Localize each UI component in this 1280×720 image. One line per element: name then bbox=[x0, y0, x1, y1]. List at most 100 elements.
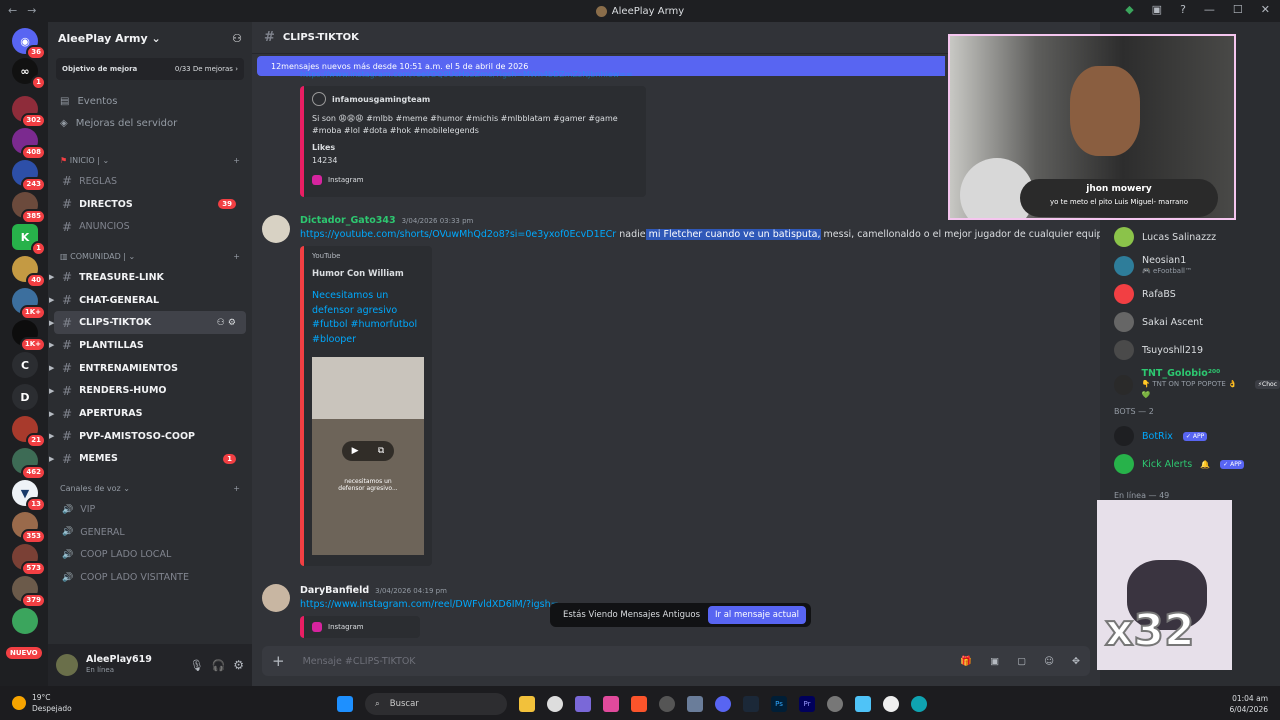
channel-entrenamientos[interactable]: ▶ # ENTRENAMIENTOS bbox=[49, 357, 246, 380]
server-icon[interactable]: 21 bbox=[12, 416, 46, 448]
file-explorer-icon[interactable] bbox=[519, 696, 535, 712]
guild-header[interactable]: AleePlay Army ⌄ ⚇ bbox=[48, 22, 252, 54]
avatar[interactable] bbox=[56, 654, 78, 676]
channel-pvp-amistoso-coop[interactable]: ▶ # PVP-AMISTOSO-COOP bbox=[49, 425, 246, 448]
channel-chat-general[interactable]: ▶ # CHAT-GENERAL bbox=[49, 289, 246, 312]
member-item[interactable]: Lucas Salinazzz bbox=[1114, 227, 1216, 247]
app-icon[interactable] bbox=[575, 696, 591, 712]
channel-directos[interactable]: # DIRECTOS 39 bbox=[54, 193, 246, 216]
weather-widget[interactable]: 19°C Despejado bbox=[12, 692, 72, 714]
chrome-icon[interactable] bbox=[547, 696, 563, 712]
member-item[interactable]: Sakai Ascent bbox=[1114, 312, 1203, 332]
embed-author[interactable]: Humor Con William bbox=[312, 269, 404, 279]
channel-aperturas[interactable]: ▶ # APERTURAS bbox=[49, 402, 246, 425]
channel-vip[interactable]: 🔊 VIP bbox=[54, 498, 246, 521]
steam-icon[interactable] bbox=[743, 696, 759, 712]
server-icon[interactable]: 1K+ bbox=[12, 288, 46, 320]
headphones-icon[interactable]: 🎧 bbox=[212, 659, 226, 672]
add-channel-icon[interactable]: + bbox=[233, 252, 240, 261]
inbox-icon[interactable]: ▣ bbox=[1152, 3, 1162, 16]
server-icon[interactable]: 353 bbox=[12, 512, 46, 544]
windows-start-icon[interactable] bbox=[337, 696, 353, 712]
back-arrow-icon[interactable]: ← bbox=[8, 4, 17, 17]
media-player-icon[interactable] bbox=[883, 696, 899, 712]
channel-clips-tiktok[interactable]: ▶ # CLIPS-TIKTOK ⚇ ⚙ bbox=[49, 311, 246, 335]
server-icon[interactable]: 408 bbox=[12, 128, 46, 160]
boost-goal[interactable]: Objetivo de mejora 0/33 De mejoras › bbox=[56, 58, 244, 80]
brave-icon[interactable] bbox=[631, 696, 647, 712]
apps-icon[interactable]: ✥ bbox=[1072, 656, 1080, 667]
member-item[interactable]: RafaBS bbox=[1114, 284, 1176, 304]
video-thumbnail[interactable]: ▶ ⧉ necesitamos un defensor agresivo... bbox=[312, 357, 424, 555]
category-comunidad[interactable]: ▥ COMUNIDAD | ⌄ + bbox=[48, 246, 252, 266]
message-author[interactable]: Dictador_Gato343 bbox=[300, 215, 396, 226]
server-letter-c[interactable]: C bbox=[12, 352, 38, 378]
server-icon[interactable] bbox=[12, 608, 38, 634]
channel-coop lado visitante[interactable]: 🔊 COOP LADO VISITANTE bbox=[54, 566, 246, 589]
add-channel-icon[interactable]: + bbox=[233, 484, 240, 493]
nitro-leaf-icon[interactable]: ◆ bbox=[1125, 3, 1133, 16]
direct-messages-icon[interactable]: ◉ 36 bbox=[12, 28, 46, 60]
message-link[interactable]: https://www.instagram.com/reel/DWFvldXD6… bbox=[300, 599, 559, 610]
avatar[interactable] bbox=[262, 215, 290, 243]
server-icon[interactable]: ∞ 1 bbox=[12, 58, 46, 90]
member-item[interactable]: Neosian1 🎮 eFootball™ bbox=[1114, 255, 1192, 277]
add-attachment-icon[interactable]: + bbox=[272, 652, 285, 670]
message-author[interactable]: DaryBanfield bbox=[300, 585, 369, 596]
member-item[interactable]: Tsuyoshll219 bbox=[1114, 340, 1203, 360]
channel-general[interactable]: 🔊 GENERAL bbox=[54, 521, 246, 544]
server-icon[interactable]: 1K+ bbox=[12, 320, 46, 352]
channel-coop lado local[interactable]: 🔊 COOP LADO LOCAL bbox=[54, 544, 246, 567]
category-voice[interactable]: Canales de voz ⌄ + bbox=[48, 478, 252, 498]
calculator-icon[interactable] bbox=[687, 696, 703, 712]
gift-icon[interactable]: 🎁 bbox=[960, 656, 972, 667]
server-letter-d[interactable]: D bbox=[12, 384, 38, 410]
category-inicio[interactable]: ⚑ INICIO | ⌄ + bbox=[48, 150, 252, 170]
server-icon[interactable]: ▼ 13 bbox=[12, 480, 46, 512]
photoshop-icon[interactable]: Ps bbox=[771, 696, 787, 712]
new-server-badge[interactable]: NUEVO bbox=[6, 647, 42, 659]
app-icon[interactable] bbox=[659, 696, 675, 712]
message-composer[interactable]: + Mensaje #CLIPS-TIKTOK 🎁 ▣ ▢ ☺ ✥ bbox=[262, 646, 1090, 676]
kick-server-icon[interactable]: K1 bbox=[12, 224, 46, 256]
maximize-icon[interactable]: ☐ bbox=[1233, 3, 1243, 16]
server-boosts-item[interactable]: ◈ Mejoras del servidor bbox=[48, 112, 252, 134]
close-icon[interactable]: ✕ bbox=[1261, 3, 1270, 16]
emoji-icon[interactable]: ☺ bbox=[1044, 656, 1054, 667]
avatar[interactable] bbox=[262, 584, 290, 612]
server-icon[interactable]: 573 bbox=[12, 544, 46, 576]
server-icon[interactable]: 379 bbox=[12, 576, 46, 608]
bot-item[interactable]: BotRix ✓ APP bbox=[1114, 426, 1208, 446]
microphone-icon[interactable]: 🎙 bbox=[190, 659, 204, 672]
channel-anuncios[interactable]: # ANUNCIOS bbox=[54, 215, 246, 238]
channel-plantillas[interactable]: ▶ # PLANTILLAS bbox=[49, 334, 246, 357]
member-item[interactable]: TNT_Golobio²⁰⁰ 👇 TNT ON TOP POPOTE 👌 💚 ⚡Ch… bbox=[1114, 368, 1280, 401]
channel-reglas[interactable]: # REGLAS bbox=[54, 170, 246, 193]
events-item[interactable]: ▤ Eventos bbox=[48, 90, 252, 112]
add-member-icon[interactable]: ⚇ bbox=[232, 32, 242, 45]
help-icon[interactable]: ? bbox=[1180, 3, 1186, 16]
bot-item[interactable]: Kick Alerts 🔔 ✓ APP bbox=[1114, 454, 1245, 474]
settings-gear-icon[interactable]: ⚙ bbox=[233, 658, 244, 672]
app-icon[interactable] bbox=[603, 696, 619, 712]
server-icon[interactable]: 302 bbox=[12, 96, 46, 128]
server-icon[interactable]: 462 bbox=[12, 448, 46, 480]
taskbar-search[interactable]: ⌕ Buscar bbox=[365, 693, 507, 715]
gif-icon[interactable]: ▣ bbox=[990, 656, 999, 667]
jump-to-present-button[interactable]: Ir al mensaje actual bbox=[708, 606, 806, 624]
message-link[interactable]: https://youtube.com/shorts/OVuwMhQd2o8?s… bbox=[300, 229, 616, 240]
aleeplay-server-icon[interactable]: 40 bbox=[12, 256, 46, 288]
channel-settings-icon[interactable]: ⚇ ⚙ bbox=[217, 318, 236, 328]
edge-icon[interactable] bbox=[911, 696, 927, 712]
embed-author[interactable]: infamousgamingteam bbox=[332, 95, 430, 104]
channel-memes[interactable]: ▶ # MEMES 1 bbox=[49, 448, 246, 471]
server-icon[interactable]: 243 bbox=[12, 160, 46, 192]
discord-icon[interactable] bbox=[715, 696, 731, 712]
composer-placeholder[interactable]: Mensaje #CLIPS-TIKTOK bbox=[303, 656, 943, 667]
sticker-icon[interactable]: ▢ bbox=[1017, 656, 1026, 667]
settings-gear-icon[interactable] bbox=[827, 696, 843, 712]
channel-renders-humo[interactable]: ▶ # RENDERS-HUMO bbox=[49, 380, 246, 403]
add-channel-icon[interactable]: + bbox=[233, 156, 240, 165]
premiere-icon[interactable]: Pr bbox=[799, 696, 815, 712]
embed-title[interactable]: Necesitamos un defensor agresivo #futbol… bbox=[312, 289, 424, 347]
